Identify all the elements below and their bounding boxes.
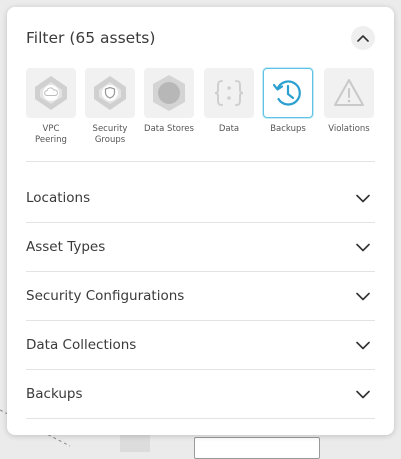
tile-label: Security Groups — [92, 124, 128, 145]
tile-label: Data Stores — [144, 124, 194, 134]
tile-label: Data — [218, 124, 240, 134]
chevron-up-icon — [357, 35, 369, 42]
section-label: Locations — [26, 190, 91, 206]
section-data-collections[interactable]: Data Collections — [26, 321, 375, 369]
chevron-down-icon — [355, 386, 371, 402]
asset-type-tiles: VPC Peering Security Groups Data Stores … — [26, 68, 375, 158]
filter-header: Filter (65 assets) — [26, 26, 375, 50]
tile-data[interactable]: Data — [204, 68, 254, 135]
divider — [26, 161, 375, 162]
section-security-configurations[interactable]: Security Configurations — [26, 272, 375, 320]
background-node — [120, 432, 150, 452]
security-group-icon — [94, 76, 126, 110]
divider — [26, 418, 375, 419]
backup-clock-icon — [272, 80, 301, 106]
section-label: Asset Types — [26, 239, 106, 255]
chevron-down-icon — [355, 190, 371, 206]
chevron-down-icon — [355, 288, 371, 304]
collapse-button[interactable] — [351, 26, 375, 50]
tile-label: Backups — [270, 124, 306, 134]
tile-label: Violations — [328, 124, 370, 134]
section-label: Data Collections — [26, 337, 137, 353]
data-braces-icon — [214, 80, 244, 106]
tile-label: VPC Peering — [35, 124, 67, 145]
section-locations[interactable]: Locations — [26, 174, 375, 222]
section-label: Backups — [26, 386, 83, 402]
tile-data-stores[interactable]: Data Stores — [144, 68, 194, 135]
tile-backups[interactable]: Backups — [263, 68, 313, 135]
filter-title: Filter (65 assets) — [26, 29, 156, 47]
violation-warning-icon — [334, 79, 364, 106]
tile-vpc-peering[interactable]: VPC Peering — [26, 68, 76, 146]
section-label: Security Configurations — [26, 288, 185, 304]
background-card — [194, 437, 320, 459]
tile-violations[interactable]: Violations — [324, 68, 374, 135]
chevron-down-icon — [355, 239, 371, 255]
vpc-peering-icon — [35, 76, 67, 110]
tile-security-groups[interactable]: Security Groups — [85, 68, 135, 146]
section-backups[interactable]: Backups — [26, 370, 375, 418]
chevron-down-icon — [355, 337, 371, 353]
filter-panel: Filter (65 assets) VPC Peering Security … — [7, 7, 394, 435]
data-store-icon — [153, 75, 185, 111]
section-asset-types[interactable]: Asset Types — [26, 223, 375, 271]
